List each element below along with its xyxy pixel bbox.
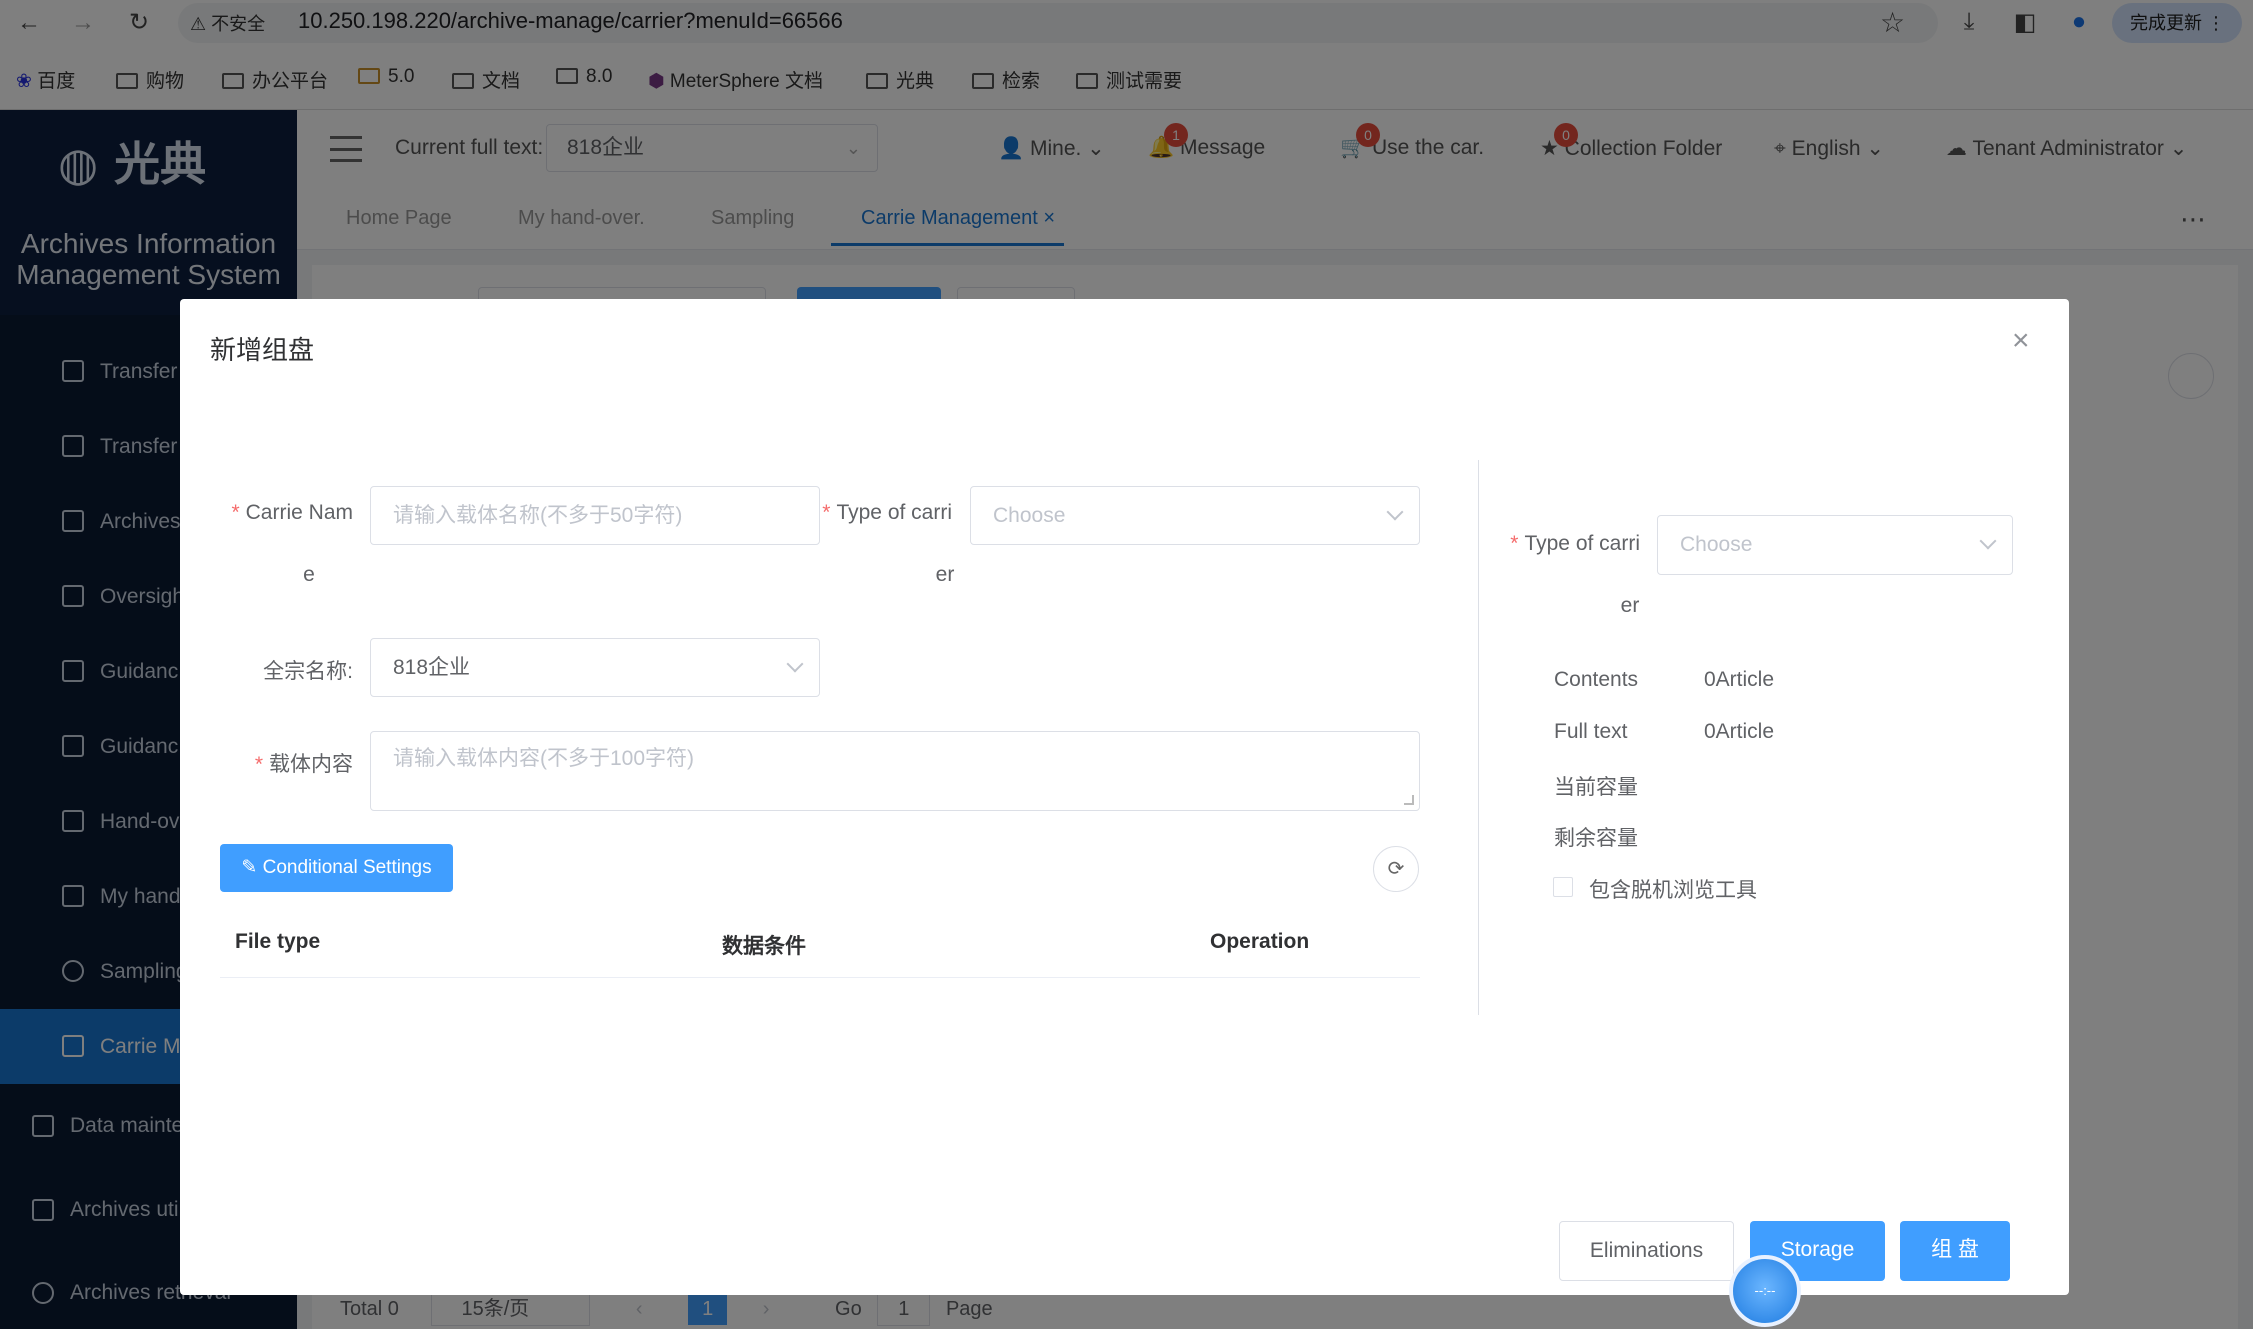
current-capacity-label: 当前容量 (1554, 776, 1638, 799)
chevron-down-icon (786, 655, 804, 672)
fonds-name-label: 全宗名称: (263, 660, 353, 683)
eliminations-button[interactable]: Eliminations (1559, 1221, 1734, 1281)
carrier-type-select[interactable]: Choose (970, 486, 1420, 545)
right-carrier-type-select[interactable]: Choose (1657, 515, 2013, 575)
offline-tool-checkbox[interactable] (1553, 877, 1573, 897)
carrier-name-label: * Carrie Nam (231, 501, 353, 524)
carrier-content-textarea[interactable]: 请输入载体内容(不多于100字符) (370, 731, 1420, 811)
fonds-name-value: 818企业 (393, 656, 471, 679)
edit-icon: ✎ (241, 857, 258, 878)
chevron-down-icon (1979, 532, 1997, 550)
fulltext-count-label: Full text (1554, 720, 1628, 743)
carrier-name-label-line1: Carrie Nam (245, 501, 353, 524)
group-disk-button[interactable]: 组 盘 (1900, 1221, 2010, 1281)
resize-handle[interactable] (1404, 795, 1414, 805)
carrier-type-label-line1: Type of carri (836, 501, 952, 524)
column-operation: Operation (1210, 930, 1310, 953)
right-carrier-type-label-line2: er (1620, 594, 1640, 617)
carrier-type-label-line2: er (935, 563, 955, 586)
offline-tool-label[interactable]: 包含脱机浏览工具 (1589, 874, 1757, 904)
carrier-name-input[interactable]: 请输入载体名称(不多于50字符) (370, 486, 820, 545)
table-divider (220, 977, 1420, 978)
dialog-title: 新增组盘 (210, 335, 315, 365)
right-carrier-type-label-line1: Type of carri (1524, 532, 1640, 555)
carrier-content-label-text: 载体内容 (269, 753, 353, 776)
chevron-down-icon (1386, 503, 1404, 520)
fulltext-count-value: 0Article (1704, 720, 1775, 743)
carrier-name-label-line2: e (303, 563, 315, 586)
carrier-content-label: * 载体内容 (254, 753, 353, 776)
panel-divider (1478, 460, 1479, 1015)
refresh-icon[interactable]: ⟳ (1373, 846, 1419, 892)
fonds-name-select[interactable]: 818企业 (370, 638, 820, 697)
right-carrier-type-label: * Type of carri (1510, 532, 1640, 555)
contents-label: Contents (1554, 668, 1639, 691)
floating-assistant-ball[interactable]: --:-- (1729, 1255, 1801, 1327)
remaining-capacity-label: 剩余容量 (1554, 827, 1638, 850)
column-data-condition: 数据条件 (722, 935, 806, 958)
right-carrier-type-placeholder: Choose (1680, 533, 1753, 556)
carrier-type-placeholder: Choose (993, 504, 1066, 527)
carrier-type-label: * Type of carri (822, 501, 952, 524)
conditional-settings-label: Conditional Settings (262, 857, 432, 878)
conditional-settings-button[interactable]: ✎ Conditional Settings (220, 844, 453, 892)
column-file-type: File type (235, 930, 321, 953)
contents-value: 0Article (1704, 668, 1775, 691)
close-icon[interactable]: × (2012, 324, 2030, 358)
